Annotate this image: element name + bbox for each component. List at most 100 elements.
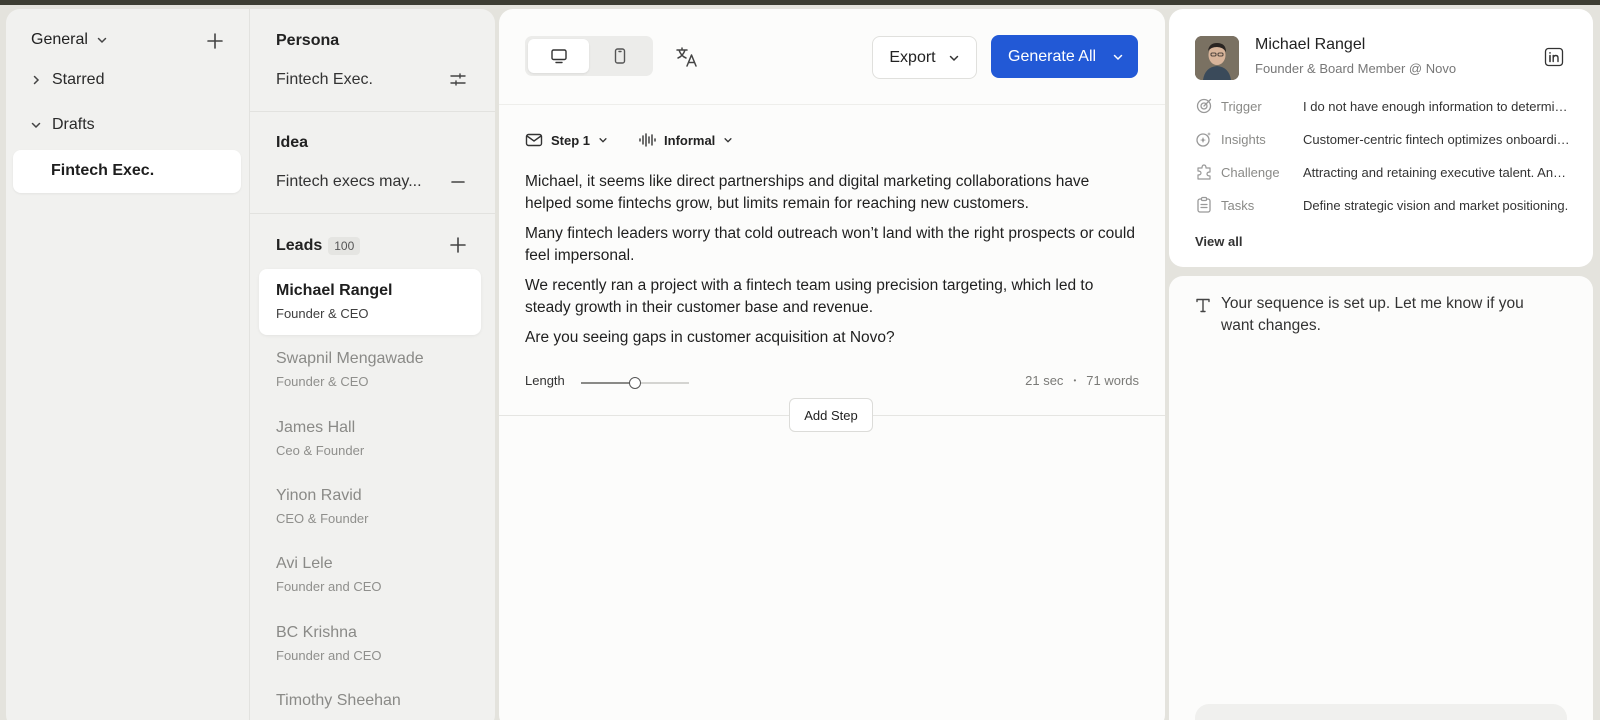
- lead-role: Founder and CEO: [276, 648, 382, 663]
- lead-name: BC Krishna: [276, 624, 357, 641]
- lead-role: Founder and CEO: [276, 579, 382, 594]
- envelope-icon: [525, 133, 543, 147]
- info-label: Tasks: [1221, 198, 1255, 213]
- translate-icon[interactable]: [675, 45, 699, 69]
- lead-role: Founder & CEO: [276, 306, 369, 321]
- avatar: [1195, 36, 1239, 80]
- lead-name: Michael Rangel: [276, 282, 393, 299]
- divider: [250, 111, 495, 112]
- chevron-right-icon: [33, 75, 40, 85]
- lead-name: Swapnil Mengawade: [276, 350, 424, 367]
- chevron-down-icon[interactable]: [1112, 51, 1124, 63]
- lead-name: Timothy Sheehan: [276, 692, 401, 709]
- chevron-down-icon: [724, 138, 732, 143]
- lead-item[interactable]: Avi Lele Founder and CEO: [276, 555, 486, 594]
- add-lead-plus-icon[interactable]: [448, 235, 468, 255]
- lead-item[interactable]: Swapnil Mengawade Founder & CEO: [276, 350, 486, 389]
- lead-role: Founder & CEO: [276, 374, 369, 389]
- leads-count-badge: 100: [328, 237, 361, 255]
- idea-value[interactable]: Fintech execs may...: [276, 173, 422, 191]
- length-slider-fill: [581, 382, 635, 384]
- avatar-photo-icon: [1195, 36, 1239, 80]
- generate-label: Generate All: [1008, 47, 1097, 65]
- email-paragraph: Michael, it seems like direct partnershi…: [525, 173, 1090, 212]
- leads-title: Leads: [276, 237, 323, 254]
- lead-item[interactable]: Michael Rangel Founder & CEO: [276, 282, 486, 321]
- add-folder-plus-icon[interactable]: [205, 31, 225, 51]
- profile-name: Michael Rangel: [1255, 36, 1366, 53]
- draft-item-selected[interactable]: Fintech Exec.: [13, 150, 241, 193]
- info-label: Trigger: [1221, 99, 1262, 114]
- desktop-monitor-icon: [550, 49, 567, 64]
- chevron-down-icon: [31, 122, 41, 129]
- tone-label: Informal: [664, 132, 716, 148]
- email-body[interactable]: Michael, it seems like direct partnershi…: [525, 171, 1135, 357]
- profile-subtitle: Founder & Board Member @ Novo: [1255, 61, 1457, 76]
- length-label: Length: [525, 373, 565, 388]
- info-label: Challenge: [1221, 165, 1280, 180]
- persona-title: Persona: [276, 32, 340, 49]
- step-controls: Step 1 Informal: [525, 131, 733, 149]
- export-button[interactable]: Export: [872, 36, 977, 79]
- assistant-chat-panel: Your sequence is set up. Let me know if …: [1169, 276, 1593, 720]
- insights-icon: [1196, 132, 1211, 147]
- tasks-clipboard-icon: [1197, 196, 1211, 213]
- settings-sliders-icon[interactable]: [449, 71, 467, 89]
- divider: [499, 104, 1165, 105]
- length-slider-thumb[interactable]: [629, 377, 641, 389]
- lead-profile-card: Michael Rangel Founder & Board Member @ …: [1169, 9, 1593, 267]
- step-label: Step 1: [551, 132, 591, 148]
- minus-icon[interactable]: [449, 173, 467, 191]
- email-paragraph: Many fintech leaders worry that cold out…: [525, 225, 1135, 264]
- nav-item-starred[interactable]: Starred: [30, 71, 104, 89]
- profile-row-trigger[interactable]: Trigger I do not have enough information…: [1195, 97, 1571, 117]
- persona-value[interactable]: Fintech Exec.: [276, 71, 373, 89]
- info-value: Customer-centric fintech optimizes onboa…: [1303, 132, 1571, 147]
- nav-item-drafts[interactable]: Drafts: [30, 116, 95, 134]
- linkedin-icon[interactable]: [1544, 47, 1564, 67]
- nav-item-label: Drafts: [52, 116, 95, 133]
- mobile-view-button[interactable]: [589, 39, 650, 73]
- lead-role: CEO & Founder: [276, 511, 369, 526]
- tone-dropdown[interactable]: Informal: [638, 131, 733, 149]
- editor-panel: Export Generate All Step 1 Informal Mich…: [499, 9, 1165, 720]
- generate-all-button[interactable]: Generate All: [991, 35, 1138, 78]
- lead-item[interactable]: Timothy Sheehan: [276, 692, 486, 710]
- section-label: General: [31, 31, 88, 48]
- lead-role: Ceo & Founder: [276, 443, 365, 458]
- lead-name: Avi Lele: [276, 555, 333, 572]
- lead-item[interactable]: James Hall Ceo & Founder: [276, 419, 486, 458]
- left-sidebar: General Starred Drafts Fintech Exec. Per…: [6, 9, 495, 720]
- step-dropdown[interactable]: Step 1: [525, 131, 608, 149]
- lead-name: Yinon Ravid: [276, 487, 362, 504]
- challenge-puzzle-icon: [1197, 164, 1211, 180]
- info-label: Insights: [1221, 132, 1266, 147]
- view-all-link[interactable]: View all: [1195, 234, 1242, 249]
- device-toggle: [525, 36, 653, 76]
- persona-column: Persona Fintech Exec. Idea Fintech execs…: [250, 9, 495, 720]
- chat-input[interactable]: [1195, 704, 1567, 720]
- lead-item[interactable]: BC Krishna Founder and CEO: [276, 624, 486, 663]
- chevron-down-icon: [97, 37, 107, 44]
- profile-row-challenge[interactable]: Challenge Attracting and retaining execu…: [1195, 163, 1571, 183]
- navigation-column: General Starred Drafts Fintech Exec.: [6, 9, 250, 720]
- audio-waveform-icon: [639, 133, 656, 147]
- chevron-down-icon: [949, 55, 958, 61]
- section-switcher[interactable]: General: [31, 31, 108, 49]
- meta-separator: •: [1073, 376, 1077, 385]
- word-count-text: 71 words: [1086, 373, 1139, 388]
- profile-row-insights[interactable]: Insights Customer-centric fintech optimi…: [1195, 130, 1571, 150]
- length-slider[interactable]: [581, 377, 689, 389]
- idea-title: Idea: [276, 134, 309, 151]
- info-value: I do not have enough information to dete…: [1303, 99, 1571, 114]
- chevron-down-icon: [599, 138, 607, 143]
- email-paragraph: We recently ran a project with a fintech…: [525, 277, 1094, 316]
- leads-header: Leads 100: [276, 237, 361, 255]
- email-paragraph: Are you seeing gaps in customer acquisit…: [525, 329, 895, 346]
- profile-row-tasks[interactable]: Tasks Define strategic vision and market…: [1195, 196, 1571, 216]
- lead-item[interactable]: Yinon Ravid CEO & Founder: [276, 487, 486, 526]
- duration-text: 21 sec: [1025, 373, 1064, 388]
- desktop-view-button[interactable]: [528, 39, 589, 73]
- divider: [250, 213, 495, 214]
- add-step-button[interactable]: Add Step: [789, 398, 873, 432]
